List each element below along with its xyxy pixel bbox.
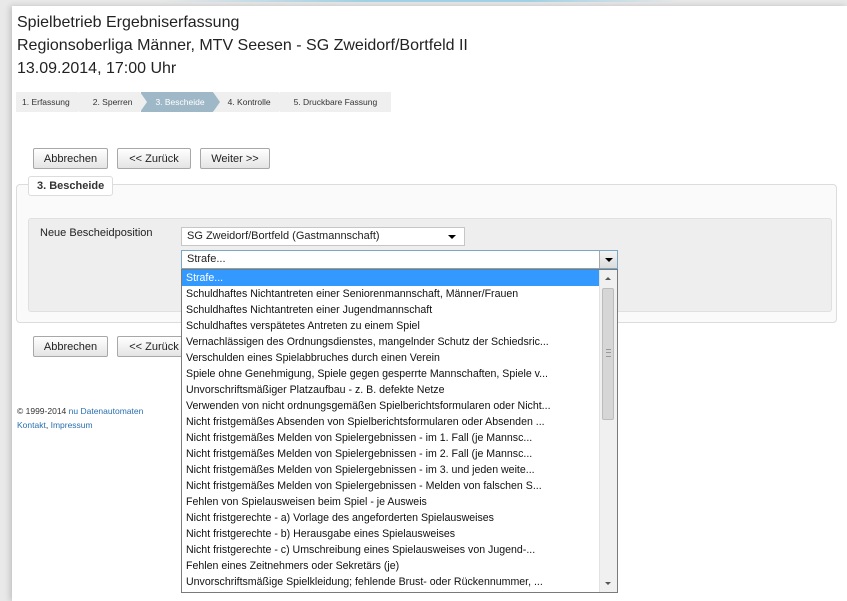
strafe-option[interactable]: Schuldhaftes verspätetes Antreten zu ein… <box>182 318 601 334</box>
strafe-dropdown-list[interactable]: Strafe... Schuldhaftes Nichtantreten eine… <box>181 269 618 593</box>
team-select-value: SG Zweidorf/Bortfeld (Gastmannschaft) <box>187 230 380 242</box>
bescheidposition-label: Neue Bescheidposition <box>40 227 153 239</box>
cancel-button-bottom[interactable]: Abbrechen <box>33 336 108 357</box>
page-title: Spielbetrieb Ergebniserfassung <box>17 14 240 31</box>
link-separator: , <box>45 420 49 430</box>
footer-copyright-line: © 1999-2014 nu Datenautomaten <box>17 406 143 416</box>
strafe-option[interactable]: Verschulden eines Spielabbruches durch e… <box>182 350 601 366</box>
chevron-down-icon <box>448 235 456 239</box>
step-erfassung[interactable]: 1. Erfassung <box>16 92 85 112</box>
top-accent-line <box>160 0 680 2</box>
strafe-option[interactable]: Fehlen eines Zeitnehmers oder Sekretärs … <box>182 558 601 574</box>
section-legend: 3. Bescheide <box>28 176 114 196</box>
strafe-option[interactable]: Nicht fristgerechte - c) Umschreibung ei… <box>182 542 601 558</box>
copyright-text: © 1999-2014 <box>17 406 67 416</box>
contact-link[interactable]: Kontakt <box>17 420 46 430</box>
cancel-button-top[interactable]: Abbrechen <box>33 148 108 169</box>
strafe-option[interactable]: Spiele ohne Genehmigung, Spiele gegen ge… <box>182 366 601 382</box>
scroll-thumb[interactable] <box>602 288 614 420</box>
strafe-option[interactable]: Strafe... <box>182 270 601 286</box>
list-scrollbar[interactable] <box>599 270 617 592</box>
strafe-option[interactable]: Nicht fristgemäßes Melden von Spielergeb… <box>182 478 601 494</box>
strafe-option[interactable]: Nicht fristgemäßes Melden von Spielergeb… <box>182 430 601 446</box>
match-datetime: 13.09.2014, 17:00 Uhr <box>17 60 177 77</box>
step-druckbare-fassung[interactable]: 5. Druckbare Fassung <box>279 92 392 112</box>
footer-links: Kontakt, Impressum <box>17 420 93 430</box>
grip-icon <box>606 349 611 357</box>
scroll-up-icon[interactable] <box>600 270 617 287</box>
strafe-option[interactable]: Nicht fristgerechte - b) Herausgabe eine… <box>182 526 601 542</box>
next-button-top[interactable]: Weiter >> <box>200 148 270 169</box>
strafe-options: Strafe... Schuldhaftes Nichtantreten eine… <box>182 270 601 590</box>
back-button-top[interactable]: << Zurück <box>117 148 191 169</box>
strafe-option[interactable]: Fehlen von Spielausweisen beim Spiel - j… <box>182 494 601 510</box>
strafe-option[interactable]: Schuldhaftes Nichtantreten einer Seniore… <box>182 286 601 302</box>
wizard-steps: 1. Erfassung 2. Sperren 3. Bescheide 4. … <box>16 92 392 112</box>
strafe-option[interactable]: Unvorschriftsmäßige Spielkleidung; fehle… <box>182 574 601 590</box>
strafe-option[interactable]: Nicht fristgemäßes Absenden von Spielber… <box>182 414 601 430</box>
strafe-option[interactable]: Nicht fristgemäßes Melden von Spielergeb… <box>182 462 601 478</box>
strafe-option[interactable]: Nicht fristgemäßes Melden von Spielergeb… <box>182 446 601 462</box>
dropdown-arrow-icon[interactable] <box>599 251 617 268</box>
strafe-option[interactable]: Vernachlässigen des Ordnungsdienstes, ma… <box>182 334 601 350</box>
step-bescheide[interactable]: 3. Bescheide <box>141 92 220 112</box>
strafe-option[interactable]: Unvorschriftsmäßiger Platzaufbau - z. B.… <box>182 382 601 398</box>
step-sperren[interactable]: 2. Sperren <box>78 92 148 112</box>
strafe-option[interactable]: Nicht fristgerechte - a) Vorlage des ang… <box>182 510 601 526</box>
step-kontrolle[interactable]: 4. Kontrolle <box>213 92 286 112</box>
scroll-down-icon[interactable] <box>600 575 617 592</box>
team-select[interactable]: SG Zweidorf/Bortfeld (Gastmannschaft) <box>181 227 465 246</box>
strafe-select[interactable]: Strafe... <box>181 250 618 269</box>
company-link[interactable]: nu Datenautomaten <box>69 406 144 416</box>
strafe-option[interactable]: Schuldhaftes Nichtantreten einer Jugendm… <box>182 302 601 318</box>
back-button-bottom[interactable]: << Zurück <box>117 336 191 357</box>
imprint-link[interactable]: Impressum <box>51 420 93 430</box>
match-title: Regionsoberliga Männer, MTV Seesen - SG … <box>17 37 468 54</box>
strafe-select-value: Strafe... <box>187 253 226 265</box>
strafe-option[interactable]: Verwenden von nicht ordnungsgemäßen Spie… <box>182 398 601 414</box>
